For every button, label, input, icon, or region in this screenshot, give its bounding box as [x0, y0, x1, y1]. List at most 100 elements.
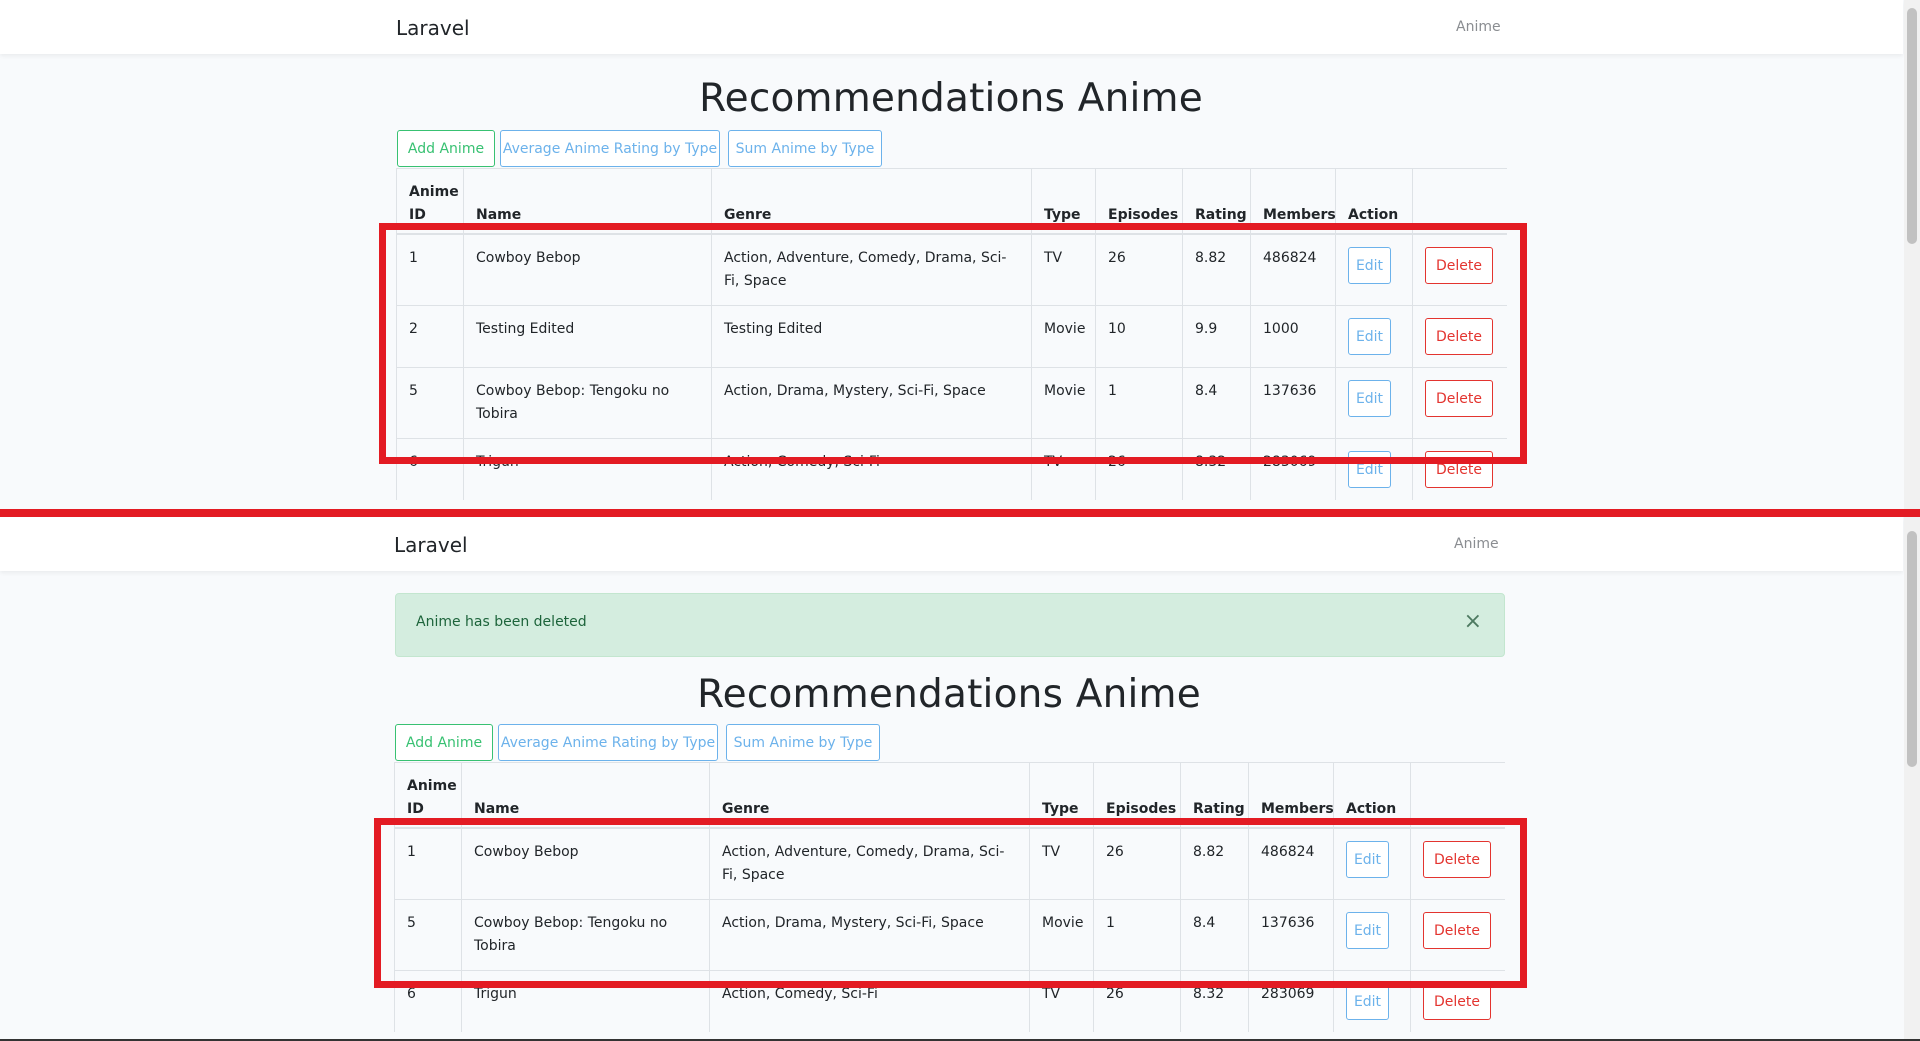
screenshot-after: Laravel Anime Anime has been deleted × R…	[0, 517, 1920, 1041]
cell-delete: Delete	[1412, 438, 1507, 500]
alert-message: Anime has been deleted	[416, 614, 587, 630]
delete-button[interactable]: Delete	[1425, 318, 1493, 355]
col-header-name: Name	[461, 762, 710, 829]
edit-button[interactable]: Edit	[1348, 380, 1391, 417]
nav-link-anime[interactable]: Anime	[1456, 19, 1903, 35]
col-header-members: Members	[1248, 762, 1334, 829]
col-header-blank	[1410, 762, 1505, 829]
col-header-action: Action	[1335, 168, 1413, 235]
cell-name: Trigun	[463, 438, 712, 500]
cell-type: TV	[1031, 438, 1096, 500]
scrollbar-thumb[interactable]	[1907, 8, 1917, 244]
anime-table: Anime ID Name Genre Type Episodes Rating…	[396, 168, 1507, 500]
nav-link-anime[interactable]: Anime	[1454, 536, 1903, 552]
col-header-name: Name	[463, 168, 712, 235]
cell-genre: Action, Comedy, Sci-Fi	[709, 970, 1030, 1032]
cell-type: TV	[1029, 970, 1094, 1032]
cell-rating: 8.82	[1182, 233, 1251, 306]
cell-genre: Action, Adventure, Comedy, Drama, Sci-Fi…	[711, 233, 1032, 306]
brand-link[interactable]: Laravel	[396, 16, 470, 40]
cell-edit: Edit	[1335, 438, 1413, 500]
col-header-episodes: Episodes	[1095, 168, 1183, 235]
cell-delete: Delete	[1412, 367, 1507, 439]
table-row: 5 Cowboy Bebop: Tengoku no Tobira Action, …	[394, 899, 1505, 971]
cell-type: Movie	[1029, 899, 1094, 971]
scrollbar[interactable]	[1904, 0, 1920, 509]
cell-genre: Action, Comedy, Sci-Fi	[711, 438, 1032, 500]
cell-name: Trigun	[461, 970, 710, 1032]
edit-button[interactable]: Edit	[1346, 841, 1389, 878]
cell-name: Cowboy Bebop: Tengoku no Tobira	[463, 367, 712, 439]
col-header-type: Type	[1029, 762, 1094, 829]
cell-id: 2	[396, 305, 464, 368]
col-header-type: Type	[1031, 168, 1096, 235]
col-header-id: Anime ID	[396, 168, 464, 235]
cell-rating: 8.32	[1180, 970, 1249, 1032]
cell-members: 1000	[1250, 305, 1336, 368]
delete-button[interactable]: Delete	[1423, 841, 1491, 878]
col-header-action: Action	[1333, 762, 1411, 829]
col-header-rating: Rating	[1180, 762, 1249, 829]
delete-button[interactable]: Delete	[1425, 247, 1493, 284]
col-header-id: Anime ID	[394, 762, 462, 829]
cell-name: Cowboy Bebop	[461, 827, 710, 900]
cell-members: 137636	[1250, 367, 1336, 439]
edit-button[interactable]: Edit	[1348, 318, 1391, 355]
cell-edit: Edit	[1333, 970, 1411, 1032]
col-header-blank	[1412, 168, 1507, 235]
cell-genre: Testing Edited	[711, 305, 1032, 368]
navbar: Laravel Anime	[0, 517, 1903, 571]
cell-edit: Edit	[1335, 367, 1413, 439]
cell-episodes: 26	[1093, 970, 1181, 1032]
page-title: Recommendations Anime	[699, 76, 1203, 121]
scrollbar-thumb[interactable]	[1907, 531, 1917, 767]
average-rating-button[interactable]: Average Anime Rating by Type	[500, 130, 720, 167]
cell-rating: 8.32	[1182, 438, 1251, 500]
average-rating-button[interactable]: Average Anime Rating by Type	[498, 724, 718, 761]
page-title: Recommendations Anime	[697, 672, 1201, 717]
brand-link[interactable]: Laravel	[394, 533, 468, 557]
col-header-episodes: Episodes	[1093, 762, 1181, 829]
table-row: 1 Cowboy Bebop Action, Adventure, Comedy, …	[394, 827, 1505, 900]
delete-button[interactable]: Delete	[1425, 451, 1493, 488]
edit-button[interactable]: Edit	[1348, 451, 1391, 488]
cell-name: Cowboy Bebop	[463, 233, 712, 306]
cell-type: Movie	[1031, 367, 1096, 439]
cell-episodes: 26	[1095, 233, 1183, 306]
delete-button[interactable]: Delete	[1423, 983, 1491, 1020]
scrollbar[interactable]	[1904, 517, 1920, 1041]
cell-delete: Delete	[1410, 827, 1505, 900]
cell-members: 486824	[1250, 233, 1336, 306]
add-anime-button[interactable]: Add Anime	[395, 724, 493, 761]
edit-button[interactable]: Edit	[1346, 912, 1389, 949]
cell-genre: Action, Drama, Mystery, Sci-Fi, Space	[709, 899, 1030, 971]
cell-rating: 9.9	[1182, 305, 1251, 368]
cell-genre: Action, Drama, Mystery, Sci-Fi, Space	[711, 367, 1032, 439]
edit-button[interactable]: Edit	[1348, 247, 1391, 284]
cell-id: 1	[394, 827, 462, 900]
sum-by-type-button[interactable]: Sum Anime by Type	[728, 130, 882, 167]
cell-episodes: 1	[1095, 367, 1183, 439]
sum-by-type-button[interactable]: Sum Anime by Type	[726, 724, 880, 761]
delete-button[interactable]: Delete	[1423, 912, 1491, 949]
cell-type: TV	[1031, 233, 1096, 306]
cell-delete: Delete	[1412, 233, 1507, 306]
table-row: 1 Cowboy Bebop Action, Adventure, Comedy, …	[396, 233, 1507, 306]
cell-delete: Delete	[1410, 970, 1505, 1032]
close-icon[interactable]: ×	[1464, 609, 1482, 634]
cell-episodes: 1	[1093, 899, 1181, 971]
cell-genre: Action, Adventure, Comedy, Drama, Sci-Fi…	[709, 827, 1030, 900]
table-row: 2 Testing Edited Testing Edited Movie 10 9.9 1…	[396, 305, 1507, 368]
cell-rating: 8.82	[1180, 827, 1249, 900]
cell-type: TV	[1029, 827, 1094, 900]
table-row: 6 Trigun Action, Comedy, Sci-Fi TV 26 8.32 283…	[394, 970, 1505, 1032]
table-header-row: Anime ID Name Genre Type Episodes Rating…	[396, 168, 1507, 235]
cell-episodes: 26	[1093, 827, 1181, 900]
col-header-members: Members	[1250, 168, 1336, 235]
cell-id: 5	[396, 367, 464, 439]
navbar: Laravel Anime	[0, 0, 1903, 54]
delete-button[interactable]: Delete	[1425, 380, 1493, 417]
edit-button[interactable]: Edit	[1346, 983, 1389, 1020]
add-anime-button[interactable]: Add Anime	[397, 130, 495, 167]
cell-id: 5	[394, 899, 462, 971]
